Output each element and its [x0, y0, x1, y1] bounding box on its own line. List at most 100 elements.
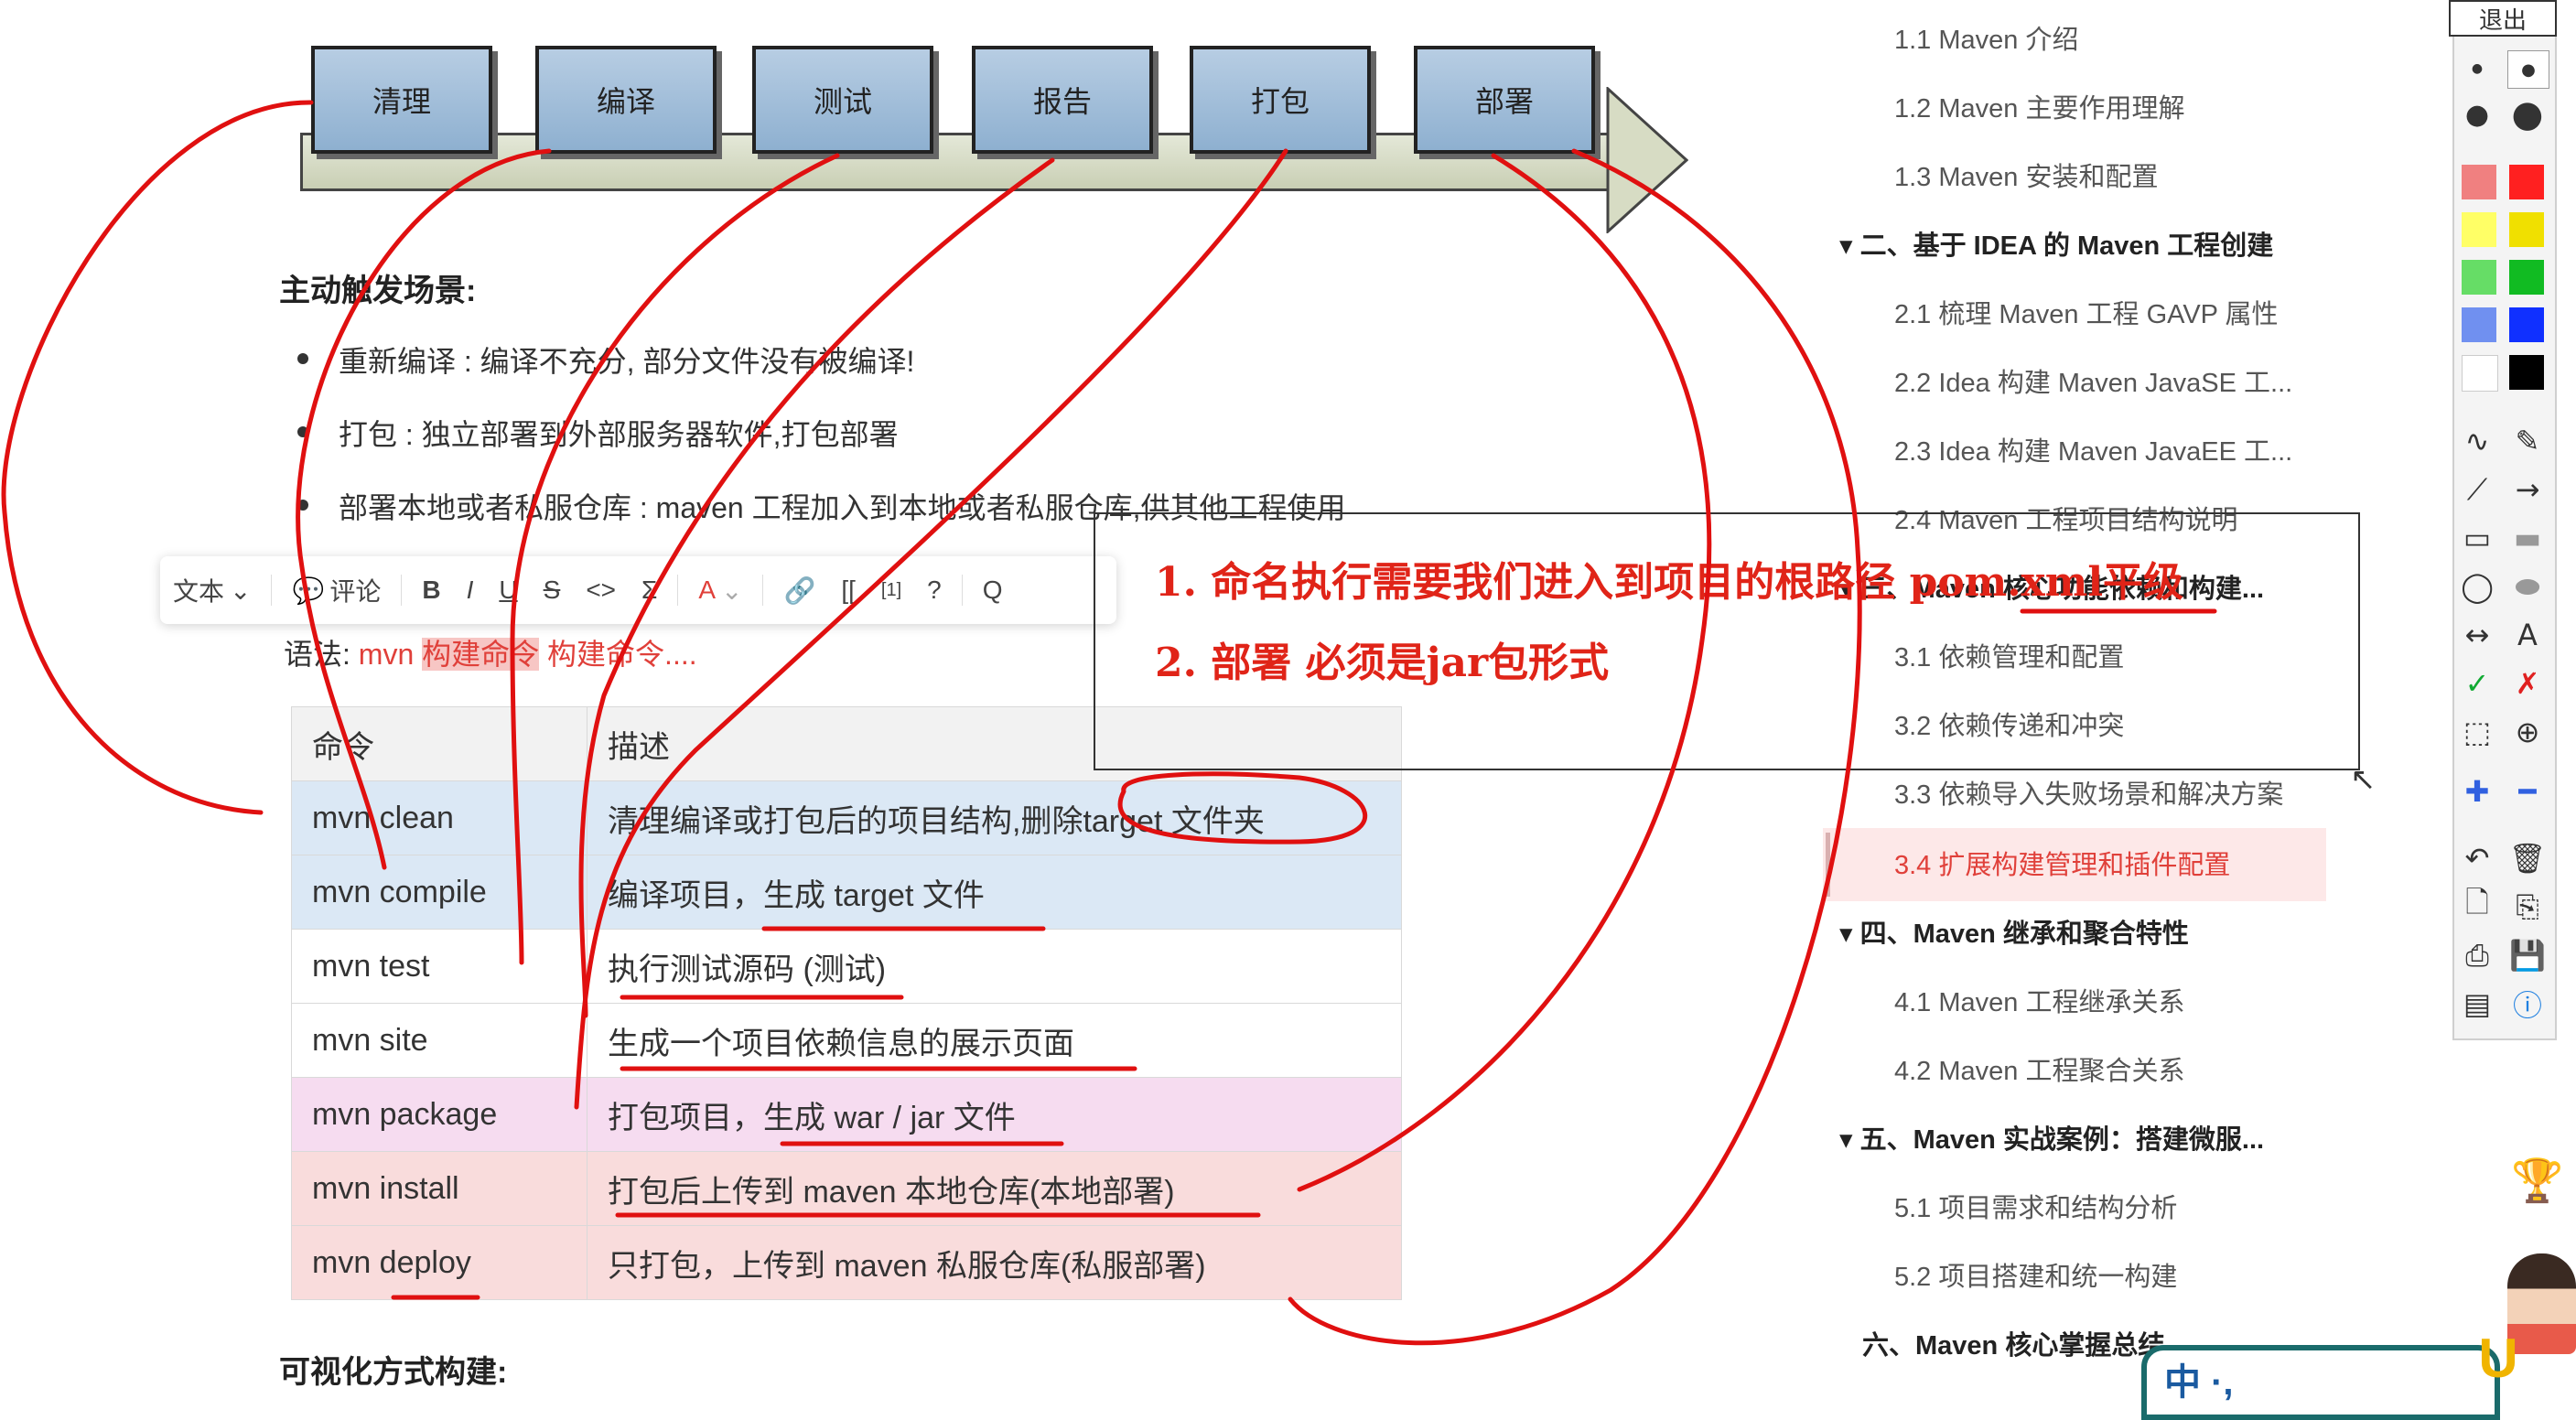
- table-cell-description: 打包后上传到 maven 本地仓库(本地部署): [587, 1151, 1402, 1226]
- large-dot-icon[interactable]: ●: [2457, 96, 2497, 133]
- table-row: mvn package 打包项目，生成 war / jar 文件: [291, 1077, 1402, 1152]
- underline-button[interactable]: U: [486, 576, 530, 605]
- search-button[interactable]: Q: [970, 576, 1016, 605]
- italic-button[interactable]: I: [454, 576, 487, 605]
- table-cell-command: mvn package: [291, 1077, 587, 1152]
- step-compile: 编译: [535, 46, 717, 154]
- medium-dot-icon[interactable]: ●: [2507, 50, 2549, 89]
- toc-item[interactable]: 2.3 Idea 构建 Maven JavaEE 工...: [1894, 430, 2292, 468]
- cursor-icon: ↖: [2350, 762, 2377, 797]
- xlarge-dot-icon[interactable]: ●: [2507, 93, 2548, 135]
- filled-rectangle-icon[interactable]: ▬: [2507, 520, 2548, 556]
- help-button[interactable]: ?: [914, 576, 954, 605]
- toc-section[interactable]: ▾ 四、Maven 继承和聚合特性: [1839, 912, 2189, 951]
- toc-item[interactable]: 1.1 Maven 介绍: [1894, 18, 2078, 57]
- arrow-tool-icon[interactable]: →: [2507, 471, 2548, 508]
- code-button[interactable]: <>: [573, 576, 629, 605]
- section-heading-visual: 可视化方式构建:: [279, 1355, 508, 1390]
- copy-icon[interactable]: ⎘: [2507, 888, 2548, 925]
- text-style-dropdown[interactable]: 文本 ⌄: [160, 572, 264, 608]
- screen-icon[interactable]: ▤: [2457, 985, 2497, 1022]
- comment-icon: 💬: [292, 576, 325, 605]
- syntax-command: mvn: [358, 638, 423, 671]
- minus-icon[interactable]: ━: [2507, 773, 2548, 810]
- toc-item[interactable]: 2.1 梳理 Maven 工程 GAVP 属性: [1894, 293, 2279, 331]
- check-icon[interactable]: ✓: [2457, 665, 2497, 702]
- color-swatch[interactable]: [2462, 260, 2496, 295]
- small-dot-icon[interactable]: ●: [2457, 50, 2497, 87]
- toolbar-divider: [961, 575, 963, 606]
- syntax-prefix: 语法:: [284, 638, 359, 671]
- search-icon: Q: [982, 576, 1003, 604]
- double-arrow-icon[interactable]: ↔: [2457, 617, 2497, 653]
- color-swatch[interactable]: [2509, 355, 2544, 390]
- table-header: 命令: [291, 706, 587, 781]
- comment-label: 评论: [329, 577, 382, 606]
- toc-item[interactable]: 1.3 Maven 安装和配置: [1894, 156, 2158, 194]
- table-cell-command: mvn compile: [291, 855, 587, 930]
- toc-item[interactable]: 4.2 Maven 工程聚合关系: [1894, 1049, 2184, 1088]
- font-color-label: A: [698, 576, 717, 604]
- table-cell-command: mvn test: [291, 929, 587, 1004]
- print-icon[interactable]: ⎙: [2457, 937, 2497, 974]
- toc-item[interactable]: 5.2 项目搭建和统一构建: [1894, 1255, 2177, 1294]
- color-swatch[interactable]: [2509, 165, 2544, 199]
- annotation-note: 2. 部署 必须是jar包形式: [1155, 640, 1610, 686]
- ime-logo-icon[interactable]: U: [2462, 1318, 2535, 1398]
- color-swatch[interactable]: [2462, 165, 2496, 199]
- toc-item[interactable]: 5.1 项目需求和结构分析: [1894, 1187, 2177, 1225]
- flow-arrow-head: [1606, 87, 1688, 233]
- toc-scroll-indicator: [1826, 833, 1830, 897]
- toc-item[interactable]: 1.2 Maven 主要作用理解: [1894, 87, 2184, 125]
- color-swatch[interactable]: [2462, 355, 2498, 392]
- cross-icon[interactable]: ✗: [2507, 665, 2548, 702]
- eraser-icon[interactable]: ✎: [2507, 423, 2548, 459]
- undo-icon[interactable]: ↶: [2457, 840, 2497, 877]
- toc-item[interactable]: 3.3 依赖导入失败场景和解决方案: [1894, 773, 2283, 812]
- exit-button[interactable]: 退出: [2449, 0, 2557, 37]
- color-swatch[interactable]: [2509, 212, 2544, 247]
- syntax-highlight: 构建命令: [422, 638, 540, 671]
- select-area-icon[interactable]: ⬚: [2457, 714, 2497, 750]
- bold-button[interactable]: B: [409, 576, 453, 605]
- trash-icon[interactable]: 🗑: [2507, 840, 2548, 877]
- link-button[interactable]: 🔗: [771, 576, 828, 606]
- wiki-link-button[interactable]: [[: [828, 576, 868, 605]
- table-cell-description: 清理编译或打包后的项目结构,删除target 文件夹: [587, 780, 1402, 855]
- new-page-icon[interactable]: 🗋: [2457, 885, 2497, 925]
- info-icon[interactable]: ⓘ: [2507, 985, 2548, 1023]
- save-icon[interactable]: 💾: [2507, 937, 2548, 974]
- bullet-dot: [297, 500, 308, 511]
- table-row: mvn compile 编译项目，生成 target 文件: [291, 855, 1402, 930]
- color-swatch[interactable]: [2509, 307, 2544, 342]
- color-swatch[interactable]: [2462, 307, 2496, 342]
- table-cell-command: mvn clean: [291, 780, 587, 855]
- table-cell-description: 打包项目，生成 war / jar 文件: [587, 1077, 1402, 1152]
- plus-icon[interactable]: ✚: [2457, 773, 2497, 810]
- toc-item[interactable]: 2.2 Idea 构建 Maven JavaSE 工...: [1894, 361, 2292, 400]
- trophy-icon[interactable]: 🏆: [2511, 1155, 2563, 1206]
- ime-label[interactable]: 中 ·,: [2164, 1352, 2234, 1405]
- toc-section[interactable]: ▾ 五、Maven 实战案例：搭建微服...: [1839, 1118, 2264, 1156]
- toc-section[interactable]: ▾ 二、基于 IDEA 的 Maven 工程创建: [1839, 224, 2273, 263]
- footnote-button[interactable]: [1]: [868, 580, 914, 601]
- strikethrough-button[interactable]: S: [531, 576, 574, 605]
- filled-ellipse-icon[interactable]: ⬬: [2507, 568, 2548, 605]
- chevron-down-icon: ⌄: [230, 576, 252, 605]
- zoom-icon[interactable]: ⊕: [2507, 714, 2548, 750]
- table-cell-command: mvn site: [291, 1003, 587, 1078]
- formula-button[interactable]: Σ: [629, 576, 670, 605]
- line-tool-icon[interactable]: ⟋: [2457, 471, 2497, 508]
- freehand-pen-icon[interactable]: ∿: [2457, 423, 2497, 459]
- color-swatch[interactable]: [2462, 212, 2496, 247]
- text-tool-icon[interactable]: A: [2507, 617, 2548, 653]
- ellipse-tool-icon[interactable]: ◯: [2457, 568, 2497, 605]
- toc-item[interactable]: 4.1 Maven 工程继承关系: [1894, 981, 2184, 1019]
- toolbar-divider: [401, 575, 403, 606]
- font-color-button[interactable]: A ⌄: [685, 576, 755, 606]
- toc-item-active[interactable]: 3.4 扩展构建管理和插件配置: [1894, 844, 2230, 882]
- color-swatch[interactable]: [2509, 260, 2544, 295]
- toc-section[interactable]: 六、Maven 核心掌握总结: [1862, 1324, 2164, 1362]
- comment-button[interactable]: 💬 评论: [279, 572, 393, 608]
- rectangle-tool-icon[interactable]: ▭: [2457, 520, 2497, 556]
